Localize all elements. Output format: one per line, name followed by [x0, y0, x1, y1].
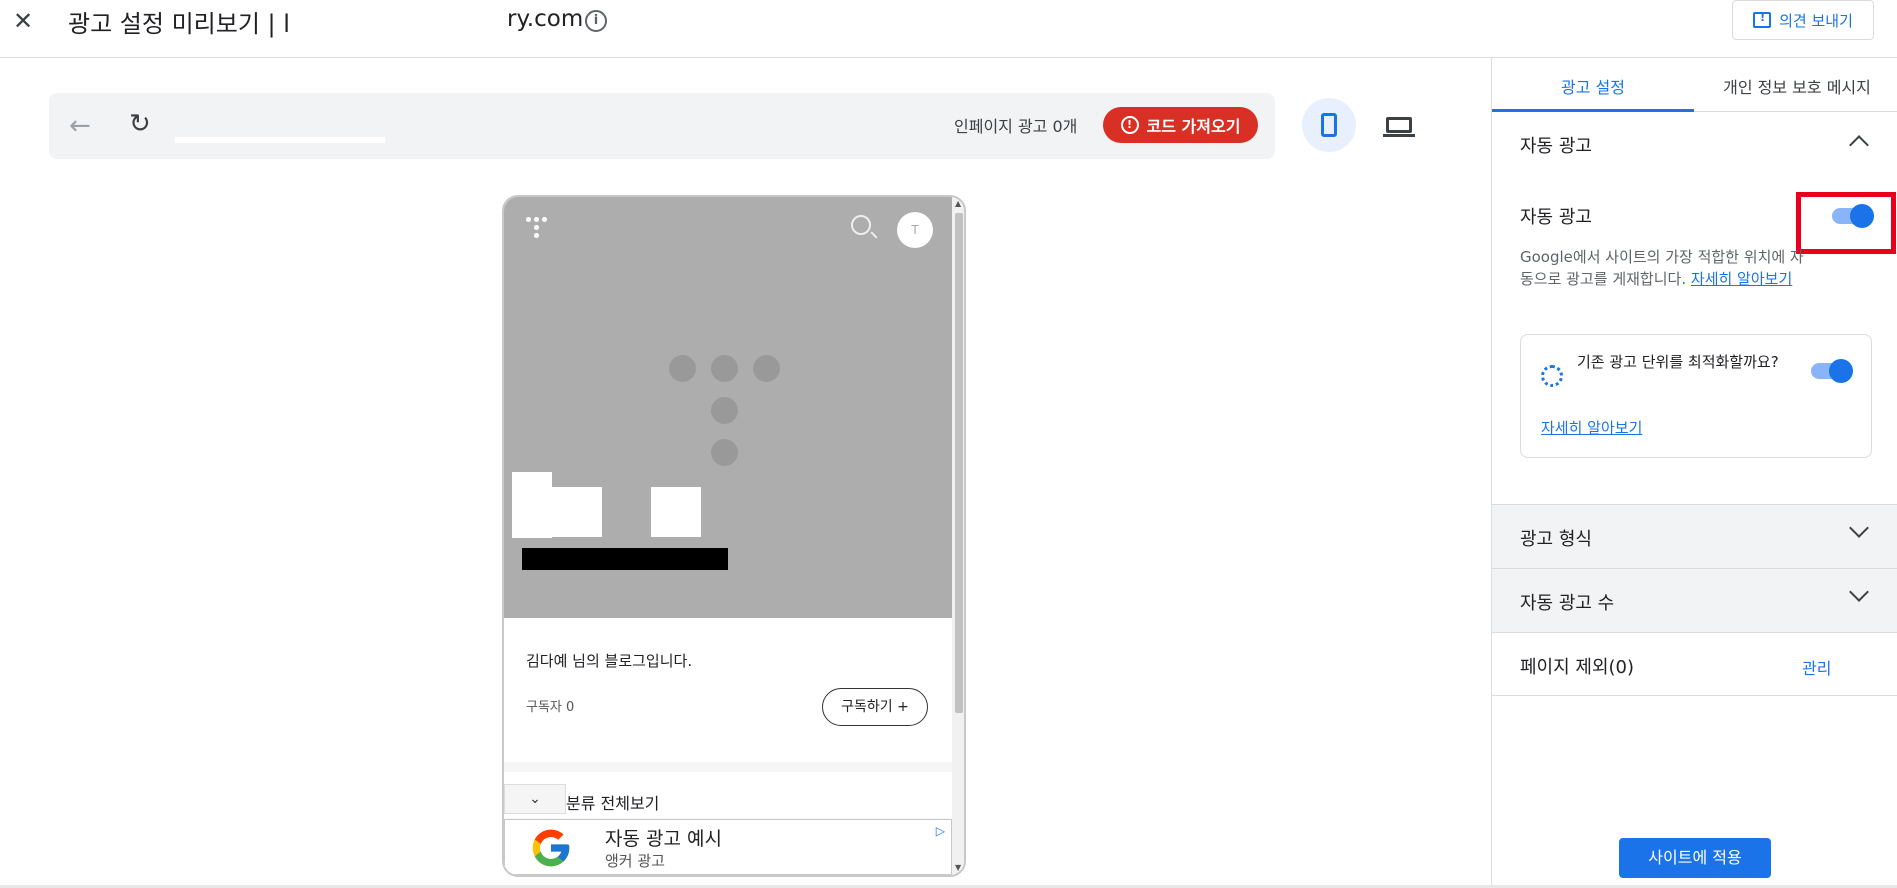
adchoices-icon[interactable]: ▷ — [936, 824, 945, 838]
page-exclusions-title: 페이지 제외(0) — [1520, 657, 1635, 678]
ad-load-section[interactable]: 자동 광고 수 — [1492, 568, 1897, 632]
get-code-button[interactable]: ! 코드 가져오기 — [1103, 107, 1258, 143]
close-button[interactable]: ✕ — [10, 8, 36, 34]
scroll-thumb[interactable] — [955, 213, 963, 713]
ad-formats-title: 광고 형식 — [1520, 529, 1592, 550]
manage-link[interactable]: 관리 — [1802, 655, 1831, 679]
preview-area: ← ↻ 인페이지 광고 0개 ! 코드 가져오기 T 김다예 님의 블로그입니다… — [0, 58, 1490, 888]
auto-ads-section-title: 자동 광고 — [1520, 136, 1592, 157]
chevron-down-icon[interactable] — [1849, 518, 1869, 538]
search-icon[interactable] — [851, 215, 871, 235]
scroll-down-icon[interactable]: ▼ — [955, 863, 961, 872]
tab-privacy-messages[interactable]: 개인 정보 보호 메시지 — [1697, 74, 1897, 98]
optimize-card: 기존 광고 단위를 최적화할까요? 자세히 알아보기 — [1520, 334, 1872, 458]
alert-icon: ! — [1120, 116, 1139, 134]
scroll-up-icon[interactable]: ▲ — [955, 199, 961, 208]
mobile-preview-frame: T 김다예 님의 블로그입니다. 구독자 0 구독하기 + ⌄ 분류 전체보기 — [502, 195, 966, 877]
chevron-down-icon[interactable] — [1849, 582, 1869, 602]
redacted-block — [512, 472, 552, 538]
redacted-block — [552, 487, 602, 537]
subscriber-count: 구독자 0 — [526, 700, 575, 715]
feedback-icon — [1753, 11, 1772, 28]
info-icon[interactable]: i — [585, 10, 607, 32]
logo-dot — [711, 355, 738, 382]
laptop-icon — [1383, 117, 1415, 137]
blog-info-card: 김다예 님의 블로그입니다. 구독자 0 구독하기 + — [504, 618, 952, 762]
auto-ads-section-header[interactable]: 자동 광고 — [1492, 112, 1897, 174]
page-title-domain: ry.com — [507, 6, 584, 32]
redacted-block — [651, 487, 701, 537]
logo-dot — [711, 439, 738, 466]
inpage-ad-count: 인페이지 광고 0개 — [954, 117, 1078, 136]
subscribe-button[interactable]: 구독하기 + — [822, 688, 928, 726]
apply-to-site-button[interactable]: 사이트에 적용 — [1619, 838, 1771, 878]
chevron-up-icon[interactable] — [1849, 135, 1869, 155]
url-field[interactable] — [175, 137, 385, 143]
google-logo-icon — [532, 829, 570, 867]
logo-dot — [711, 397, 738, 424]
category-bar: ⌄ 분류 전체보기 — [504, 772, 952, 818]
category-all-label[interactable]: 분류 전체보기 — [566, 790, 659, 814]
logo-dot — [753, 355, 780, 382]
settings-panel: 광고 설정 개인 정보 보호 메시지 자동 광고 자동 광고 Google에서 … — [1491, 58, 1897, 888]
mobile-view-button[interactable] — [1302, 98, 1356, 152]
redacted-title — [522, 548, 728, 570]
blog-hero: T — [504, 197, 952, 618]
get-code-label: 코드 가져오기 — [1146, 117, 1241, 136]
menu-icon[interactable] — [526, 217, 550, 241]
smartphone-icon — [1321, 113, 1337, 137]
title-redaction — [290, 0, 510, 40]
chevron-down-icon[interactable]: ⌄ — [504, 784, 566, 814]
auto-ads-description: Google에서 사이트의 가장 적합한 위치에 자동으로 광고를 게재합니다.… — [1520, 246, 1810, 290]
panel-tabs: 광고 설정 개인 정보 보호 메시지 — [1492, 58, 1897, 112]
auto-ads-toggle[interactable] — [1832, 204, 1874, 228]
ad-load-title: 자동 광고 수 — [1520, 593, 1615, 614]
blog-description: 김다예 님의 블로그입니다. — [526, 652, 693, 670]
desktop-view-button[interactable] — [1372, 98, 1426, 152]
feedback-button[interactable]: 의견 보내기 — [1732, 0, 1874, 40]
tab-ad-settings[interactable]: 광고 설정 — [1492, 74, 1694, 98]
optimize-learn-more-link[interactable]: 자세히 알아보기 — [1541, 417, 1642, 438]
top-bar: ✕ 광고 설정 미리보기 | l ry.com i 의견 보내기 — [0, 0, 1897, 58]
anchor-ad-title: 자동 광고 예시 — [605, 828, 722, 850]
optimize-question: 기존 광고 단위를 최적화할까요? — [1577, 353, 1779, 371]
ad-formats-section[interactable]: 광고 형식 — [1492, 504, 1897, 568]
back-arrow-icon[interactable]: ← — [69, 111, 91, 141]
gear-sparkle-icon — [1541, 365, 1563, 387]
auto-ads-toggle-label: 자동 광고 — [1520, 207, 1592, 228]
avatar[interactable]: T — [897, 212, 933, 248]
learn-more-link[interactable]: 자세히 알아보기 — [1691, 270, 1792, 288]
optimize-toggle[interactable] — [1811, 359, 1853, 383]
preview-url-bar: ← ↻ 인페이지 광고 0개 ! 코드 가져오기 — [49, 93, 1275, 159]
feedback-label: 의견 보내기 — [1779, 11, 1853, 30]
reload-icon[interactable]: ↻ — [129, 109, 151, 139]
logo-dot — [669, 355, 696, 382]
page-title: 광고 설정 미리보기 | l — [68, 10, 290, 38]
anchor-ad[interactable]: 자동 광고 예시 앵커 광고 ▷ — [504, 819, 952, 875]
page-exclusions-section: 페이지 제외(0) 관리 — [1492, 632, 1897, 696]
phone-scrollbar[interactable]: ▲ ▼ — [952, 197, 964, 875]
anchor-ad-subtitle: 앵커 광고 — [605, 852, 665, 870]
